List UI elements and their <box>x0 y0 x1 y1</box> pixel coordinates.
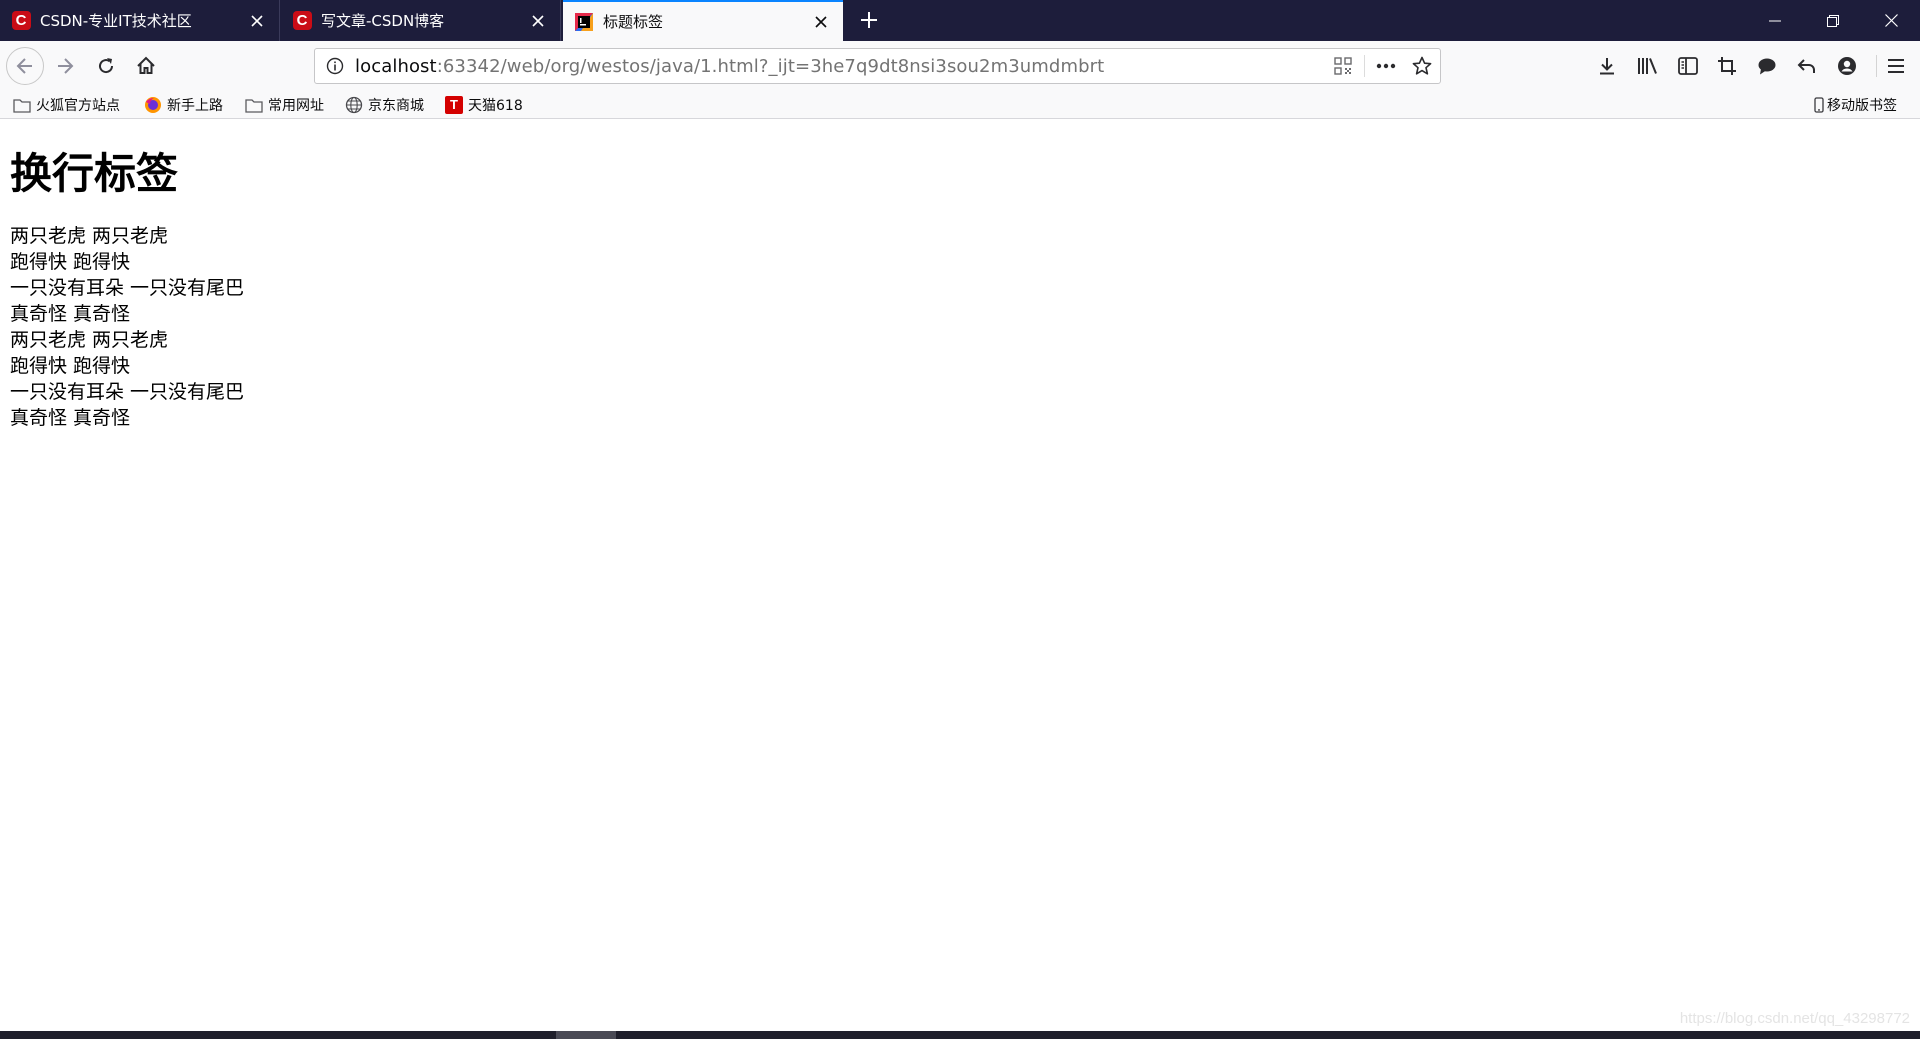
page-actions-button[interactable] <box>1368 49 1404 83</box>
bookmarks-toolbar: 火狐官方站点 新手上路 常用网址 京东商城 T 天猫618 移动版书签 <box>0 91 1920 119</box>
library-button[interactable] <box>1632 51 1664 81</box>
tmall-icon: T <box>445 96 463 114</box>
text-line: 一只没有耳朵 一只没有尾巴 <box>10 381 245 403</box>
bookmark-label: 天猫618 <box>468 98 523 114</box>
bookmark-jd-mall[interactable]: 京东商城 <box>345 94 424 116</box>
url-bar[interactable]: localhost:63342/web/org/westos/java/1.ht… <box>314 48 1441 84</box>
tab-write-article[interactable]: C 写文章-CSDN博客 <box>281 0 561 41</box>
tab-title: 写文章-CSDN博客 <box>321 12 445 30</box>
close-icon <box>1884 14 1898 27</box>
bookmark-label: 新手上路 <box>167 98 223 114</box>
qr-code-button[interactable] <box>1325 49 1361 83</box>
menu-button[interactable] <box>1880 51 1912 81</box>
tab-title: 标题标签 <box>603 13 664 31</box>
bookmark-label: 火狐官方站点 <box>36 98 120 114</box>
home-button[interactable] <box>129 49 163 83</box>
navigation-toolbar: localhost:63342/web/org/westos/java/1.ht… <box>0 41 1920 91</box>
tab-title: CSDN-专业IT技术社区 <box>40 12 192 30</box>
text-line: 跑得快 跑得快 <box>10 251 131 273</box>
window-close-button[interactable] <box>1862 0 1920 41</box>
page-heading: 换行标签 <box>10 149 179 198</box>
taskbar-active-item[interactable] <box>556 1031 616 1039</box>
crop-icon <box>1718 57 1736 75</box>
forward-button[interactable] <box>48 49 82 83</box>
library-icon <box>1638 58 1657 74</box>
restore-button[interactable] <box>1804 0 1862 41</box>
bookmark-label: 常用网址 <box>268 98 324 114</box>
csdn-logo-icon: C <box>11 11 31 31</box>
minimize-button[interactable] <box>1746 0 1804 41</box>
folder-icon <box>245 96 263 114</box>
tab-title-tags[interactable]: 标题标签 <box>563 0 843 41</box>
reload-icon <box>99 58 114 74</box>
sidebar-button[interactable] <box>1672 51 1704 81</box>
new-tab-button[interactable] <box>852 4 886 38</box>
toolbar-separator <box>1876 55 1877 77</box>
globe-icon <box>345 96 363 114</box>
account-button[interactable] <box>1831 51 1863 81</box>
more-dots-icon <box>1376 63 1396 69</box>
plus-icon <box>861 12 877 28</box>
url-path: :63342/web/org/westos/java/1.html?_ijt=3… <box>436 55 1105 77</box>
bookmark-common-sites[interactable]: 常用网址 <box>245 94 324 116</box>
undo-button[interactable] <box>1791 51 1823 81</box>
bookmark-star-button[interactable] <box>1404 49 1440 83</box>
hamburger-menu-icon <box>1888 59 1904 73</box>
back-button[interactable] <box>6 47 44 85</box>
bookmark-label: 移动版书签 <box>1827 98 1897 114</box>
tab-strip: C CSDN-专业IT技术社区 C 写文章-CSDN博客 标题标签 <box>0 0 1920 41</box>
text-line: 一只没有耳朵 一只没有尾巴 <box>10 277 245 299</box>
minimize-icon <box>1769 20 1781 21</box>
bookmark-label: 京东商城 <box>368 98 424 114</box>
url-host: localhost <box>355 55 437 77</box>
arrow-left-icon <box>16 58 32 74</box>
text-line: 真奇怪 真奇怪 <box>10 407 131 429</box>
csdn-logo-icon: C <box>292 11 312 31</box>
qr-code-icon <box>1334 57 1352 75</box>
intellij-icon <box>574 12 594 32</box>
close-icon[interactable] <box>527 10 549 32</box>
arrow-right-icon <box>58 58 74 74</box>
bookmark-getting-started[interactable]: 新手上路 <box>144 94 223 116</box>
home-icon <box>137 56 155 74</box>
text-line: 真奇怪 真奇怪 <box>10 303 131 325</box>
folder-icon <box>13 96 31 114</box>
url-text[interactable]: localhost:63342/web/org/westos/java/1.ht… <box>355 56 1325 77</box>
sidebar-icon <box>1678 57 1698 75</box>
bookmark-tmall-618[interactable]: T 天猫618 <box>445 94 523 116</box>
download-icon <box>1600 58 1614 75</box>
screenshot-button[interactable] <box>1711 51 1743 81</box>
star-icon <box>1412 56 1432 75</box>
url-separator <box>1364 55 1365 77</box>
reload-button[interactable] <box>89 49 123 83</box>
mobile-bookmarks[interactable]: 移动版书签 <box>1813 94 1897 116</box>
tab-csdn-community[interactable]: C CSDN-专业IT技术社区 <box>0 0 280 41</box>
mobile-phone-icon <box>1813 96 1825 114</box>
text-line: 两只老虎 两只老虎 <box>10 329 169 351</box>
text-line: 两只老虎 两只老虎 <box>10 225 169 247</box>
taskbar <box>0 1031 1920 1039</box>
close-icon[interactable] <box>810 11 832 33</box>
tmall-logo-letter: T <box>445 96 463 114</box>
speech-bubble-icon <box>1758 58 1776 75</box>
chat-button[interactable] <box>1751 51 1783 81</box>
bookmark-firefox-official[interactable]: 火狐官方站点 <box>13 94 120 116</box>
page-content: 换行标签 两只老虎 两只老虎 跑得快 跑得快 一只没有耳朵 一只没有尾巴 真奇怪… <box>10 119 1910 431</box>
text-line: 跑得快 跑得快 <box>10 355 131 377</box>
firefox-icon <box>144 96 162 114</box>
account-icon <box>1838 57 1856 75</box>
watermark: https://blog.csdn.net/qq_43298772 <box>1679 1010 1910 1027</box>
restore-icon <box>1827 14 1839 27</box>
info-icon[interactable] <box>315 49 355 83</box>
downloads-button[interactable] <box>1591 51 1623 81</box>
poem-lines: 两只老虎 两只老虎 跑得快 跑得快 一只没有耳朵 一只没有尾巴 真奇怪 真奇怪 … <box>10 223 1910 431</box>
undo-icon <box>1797 59 1815 73</box>
close-icon[interactable] <box>246 10 268 32</box>
